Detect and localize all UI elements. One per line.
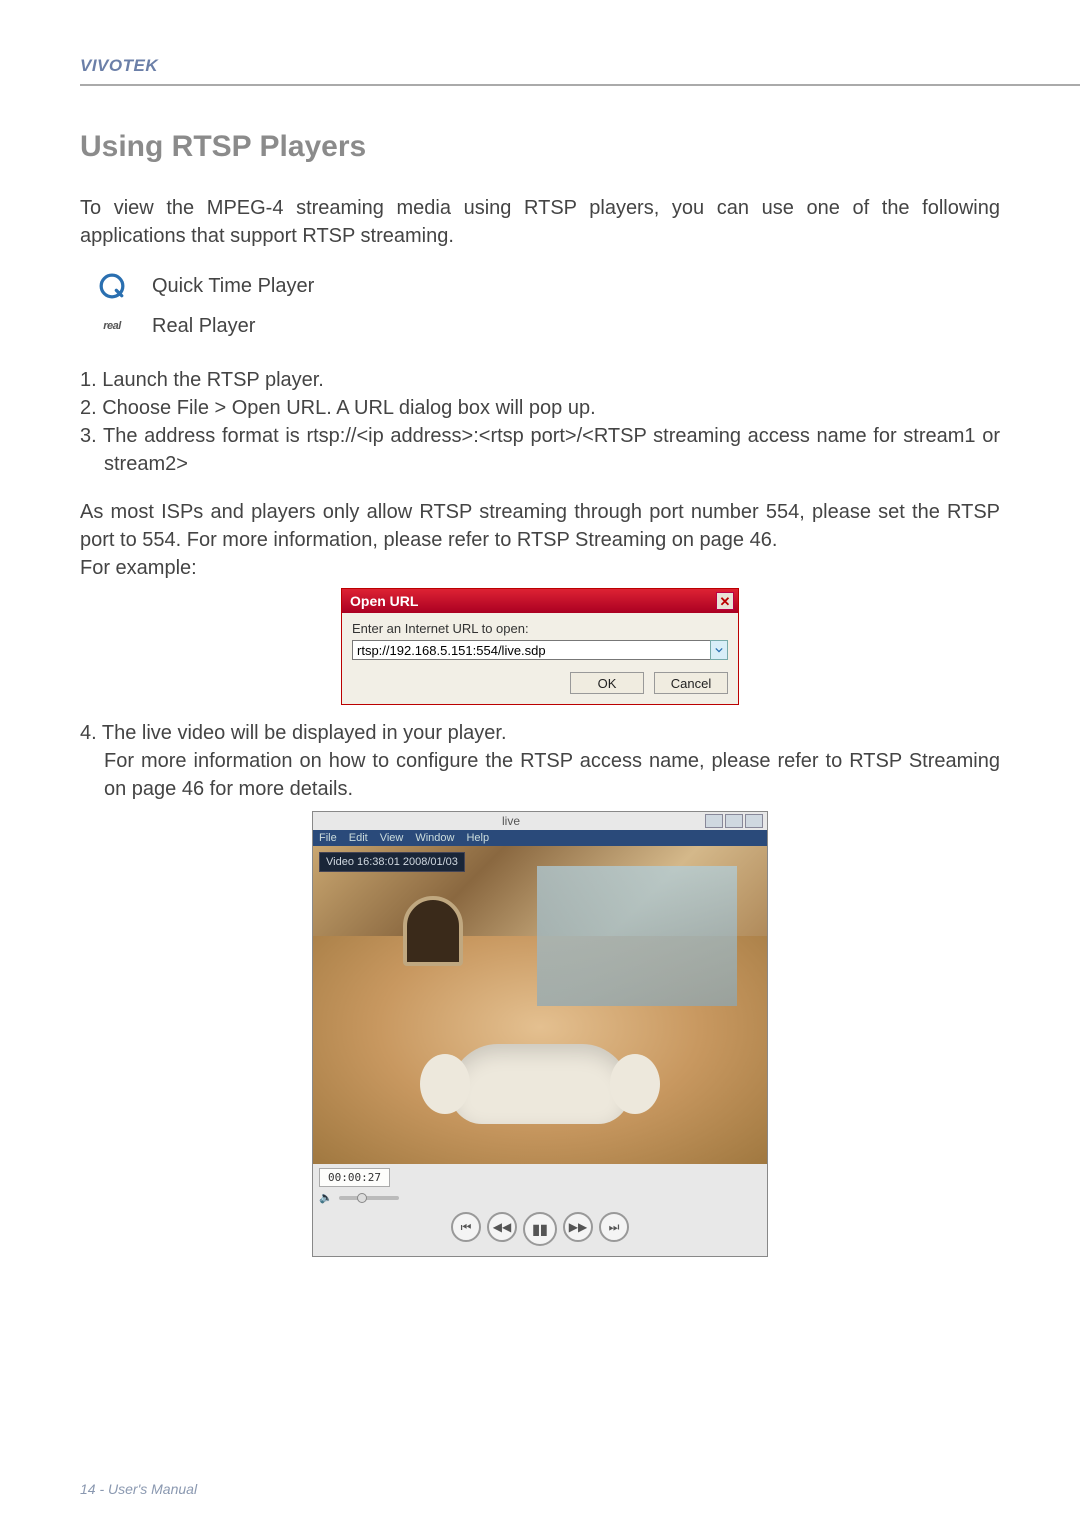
player-menu-bar: File Edit View Window Help	[313, 830, 767, 846]
supported-apps-list: Quick Time Player real Real Player	[96, 270, 1000, 342]
timecode-display: 00:00:27	[319, 1168, 390, 1187]
skip-forward-icon: ⏭	[609, 1220, 620, 1235]
minimize-button[interactable]	[705, 814, 723, 828]
player-window-wrap: live File Edit View Window Help	[80, 811, 1000, 1257]
video-timestamp-overlay: Video 16:38:01 2008/01/03	[319, 852, 465, 872]
steps-list-2: 4. The live video will be displayed in y…	[80, 719, 1000, 803]
menu-view[interactable]: View	[380, 832, 404, 844]
video-display-area: Video 16:38:01 2008/01/03	[313, 846, 767, 1164]
rewind-button[interactable]: ◀◀	[487, 1212, 517, 1242]
app-quicktime-row: Quick Time Player	[96, 270, 1000, 302]
url-dropdown-button[interactable]	[710, 640, 728, 660]
app-quicktime-label: Quick Time Player	[152, 275, 314, 298]
step-1: 1. Launch the RTSP player.	[80, 366, 1000, 394]
app-realplayer-label: Real Player	[152, 315, 255, 338]
rewind-icon: ◀◀	[493, 1220, 511, 1234]
dialog-cancel-button[interactable]: Cancel	[654, 672, 728, 694]
player-transport-controls: ⏮ ◀◀ ▮▮ ▶▶ ⏭	[313, 1208, 767, 1256]
volume-slider[interactable]	[339, 1196, 399, 1200]
brand-label: VIVOTEK	[80, 56, 1080, 76]
menu-help[interactable]: Help	[466, 832, 489, 844]
section-title: Using RTSP Players	[80, 130, 1000, 164]
player-time-bar: 00:00:27	[313, 1164, 767, 1191]
open-url-dialog: Open URL ✕ Enter an Internet URL to open…	[341, 588, 739, 705]
chevron-down-icon	[715, 646, 723, 654]
step-4: 4. The live video will be displayed in y…	[80, 719, 1000, 747]
intro-paragraph: To view the MPEG-4 streaming media using…	[80, 194, 1000, 250]
speaker-icon: 🔈	[319, 1191, 333, 1204]
skip-back-button[interactable]: ⏮	[451, 1212, 481, 1242]
skip-forward-button[interactable]: ⏭	[599, 1212, 629, 1242]
dialog-close-button[interactable]: ✕	[716, 592, 734, 610]
menu-file[interactable]: File	[319, 832, 337, 844]
dialog-body: Enter an Internet URL to open: OK Cancel	[342, 613, 738, 704]
dialog-title-bar: Open URL ✕	[342, 589, 738, 613]
url-input-field[interactable]	[352, 640, 711, 660]
player-title-bar: live	[313, 812, 767, 830]
dialog-ok-button[interactable]: OK	[570, 672, 644, 694]
close-window-button[interactable]	[745, 814, 763, 828]
for-example-label: For example:	[80, 554, 1000, 582]
quicktime-icon	[96, 270, 128, 302]
menu-edit[interactable]: Edit	[349, 832, 368, 844]
step-3: 3. The address format is rtsp://<ip addr…	[80, 422, 1000, 478]
url-input-row	[352, 640, 728, 660]
player-title-text: live	[317, 814, 705, 828]
app-realplayer-row: real Real Player	[96, 310, 1000, 342]
step-2: 2. Choose File > Open URL. A URL dialog …	[80, 394, 1000, 422]
fast-forward-icon: ▶▶	[569, 1220, 587, 1234]
skip-back-icon: ⏮	[461, 1220, 472, 1235]
fast-forward-button[interactable]: ▶▶	[563, 1212, 593, 1242]
step-4-sub: For more information on how to configure…	[104, 747, 1000, 803]
pause-button[interactable]: ▮▮	[523, 1212, 557, 1246]
maximize-button[interactable]	[725, 814, 743, 828]
realplayer-icon: real	[96, 310, 128, 342]
isp-note: As most ISPs and players only allow RTSP…	[80, 498, 1000, 554]
menu-window[interactable]: Window	[415, 832, 454, 844]
close-icon: ✕	[720, 595, 731, 608]
dialog-field-label: Enter an Internet URL to open:	[352, 621, 728, 636]
dialog-title: Open URL	[350, 593, 418, 609]
volume-thumb[interactable]	[357, 1193, 367, 1203]
dialog-button-row: OK Cancel	[352, 672, 728, 694]
open-url-dialog-wrap: Open URL ✕ Enter an Internet URL to open…	[80, 588, 1000, 705]
player-window-buttons	[705, 814, 763, 828]
player-window: live File Edit View Window Help	[312, 811, 768, 1257]
player-volume-row: 🔈	[313, 1191, 767, 1208]
pause-icon: ▮▮	[532, 1221, 547, 1238]
page-footer: 14 - User's Manual	[80, 1481, 197, 1497]
page-content: Using RTSP Players To view the MPEG-4 st…	[0, 86, 1080, 1257]
video-frame-illustration	[313, 846, 767, 1164]
steps-list: 1. Launch the RTSP player. 2. Choose Fil…	[80, 366, 1000, 478]
page-header: VIVOTEK	[0, 0, 1080, 86]
